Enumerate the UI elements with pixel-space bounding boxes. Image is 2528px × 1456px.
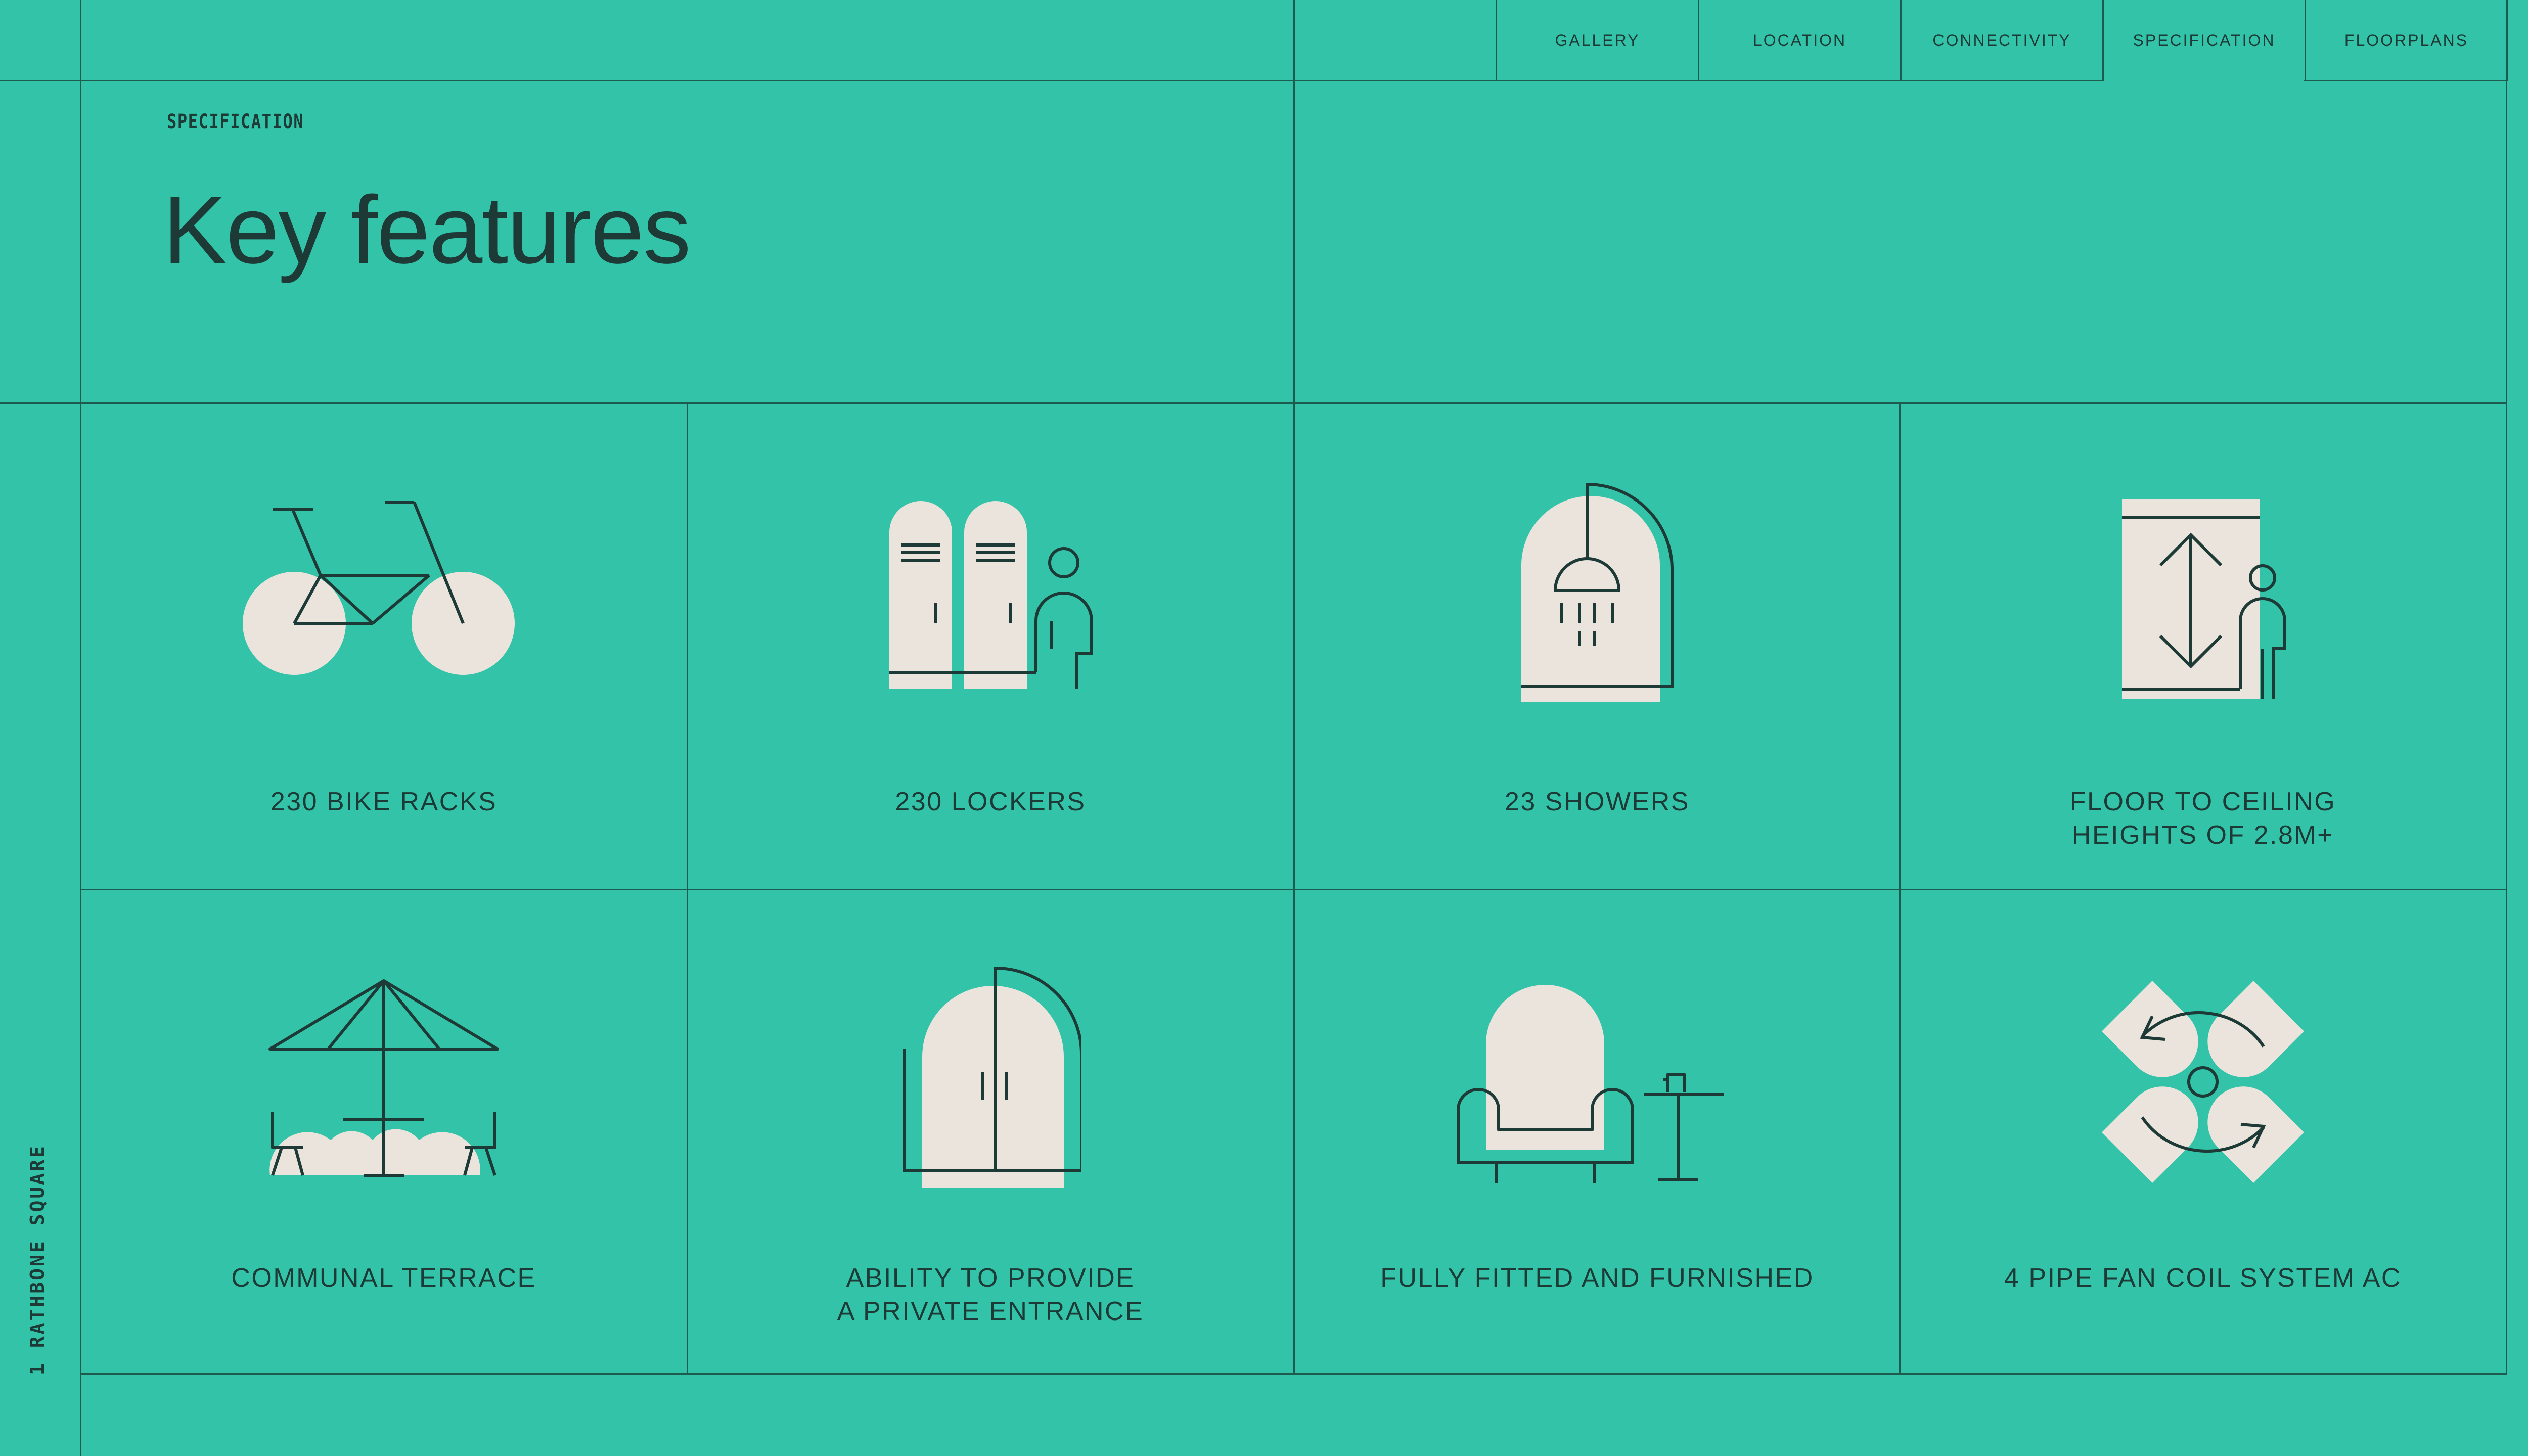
feature-label-line1: FULLY FITTED AND FURNISHED: [1380, 1263, 1814, 1293]
feature-label-line2: HEIGHTS OF 2.8M+: [2071, 821, 2334, 850]
nav-gallery-label: GALLERY: [1555, 31, 1640, 50]
feature-label-line1: 230 LOCKERS: [895, 787, 1086, 816]
feature-label-line1: FLOOR TO CEILING: [2069, 787, 2336, 816]
section-eyebrow: SPECIFICATION: [167, 110, 304, 133]
page-title: Key features: [163, 176, 691, 284]
top-nav: GALLERY LOCATION CONNECTIVITY SPECIFICAT…: [1496, 0, 2507, 81]
feature-showers: 23 SHOWERS: [1294, 403, 1900, 888]
feature-label: 4 PIPE FAN COIL SYSTEM AC: [1900, 1261, 2506, 1295]
feature-label: 23 SHOWERS: [1294, 785, 1900, 818]
feature-label-line2: A PRIVATE ENTRANCE: [837, 1297, 1144, 1326]
feature-ceiling-heights: FLOOR TO CEILING HEIGHTS OF 2.8M+: [1900, 403, 2506, 888]
nav-location-label: LOCATION: [1752, 31, 1847, 50]
shower-icon: [1521, 482, 1674, 702]
feature-label-line1: ABILITY TO PROVIDE: [846, 1263, 1135, 1293]
active-tab-indicator: [2104, 79, 2304, 82]
lockers-icon: [889, 501, 1093, 689]
feature-lockers: 230 LOCKERS: [688, 403, 1293, 888]
nav-location[interactable]: LOCATION: [1698, 0, 1900, 81]
feature-label-line1: 4 PIPE FAN COIL SYSTEM AC: [2004, 1263, 2402, 1293]
private-entrance-door-icon: [903, 966, 1081, 1188]
nav-specification-label: SPECIFICATION: [2133, 31, 2276, 50]
nav-floorplans[interactable]: FLOORPLANS: [2305, 0, 2507, 81]
bicycle-icon: [243, 500, 515, 675]
feature-bike-racks: 230 BIKE RACKS: [81, 403, 687, 888]
terrace-umbrella-icon: [268, 979, 499, 1177]
fan-coil-icon: [2102, 981, 2304, 1183]
feature-label: 230 LOCKERS: [688, 785, 1293, 818]
feature-fan-coil: 4 PIPE FAN COIL SYSTEM AC: [1900, 890, 2506, 1374]
feature-private-entrance: ABILITY TO PROVIDE A PRIVATE ENTRANCE: [688, 890, 1293, 1374]
feature-label: ABILITY TO PROVIDE A PRIVATE ENTRANCE: [688, 1261, 1293, 1328]
nav-specification[interactable]: SPECIFICATION: [2102, 0, 2305, 81]
feature-label: COMMUNAL TERRACE: [81, 1261, 687, 1295]
nav-connectivity-label: CONNECTIVITY: [1932, 31, 2071, 50]
armchair-icon: [1457, 985, 1724, 1183]
feature-label: FLOOR TO CEILING HEIGHTS OF 2.8M+: [1900, 785, 2506, 852]
nav-connectivity[interactable]: CONNECTIVITY: [1900, 0, 2102, 81]
ceiling-height-icon: [2122, 499, 2286, 699]
menu-button[interactable]: [2507, 0, 2528, 81]
right-rule: [2506, 0, 2507, 1374]
nav-floorplans-label: FLOORPLANS: [2344, 31, 2469, 50]
nav-gallery[interactable]: GALLERY: [1496, 0, 1698, 81]
feature-label-line1: 230 BIKE RACKS: [270, 787, 498, 816]
feature-label-line1: COMMUNAL TERRACE: [231, 1263, 536, 1293]
feature-label-line1: 23 SHOWERS: [1505, 787, 1690, 816]
feature-communal-terrace: COMMUNAL TERRACE: [81, 890, 687, 1374]
feature-label: 230 BIKE RACKS: [81, 785, 687, 818]
feature-fitted-furnished: FULLY FITTED AND FURNISHED: [1294, 890, 1900, 1374]
feature-label: FULLY FITTED AND FURNISHED: [1294, 1261, 1900, 1295]
brand-label: 1 RATHBONE SQUARE: [26, 1144, 49, 1375]
